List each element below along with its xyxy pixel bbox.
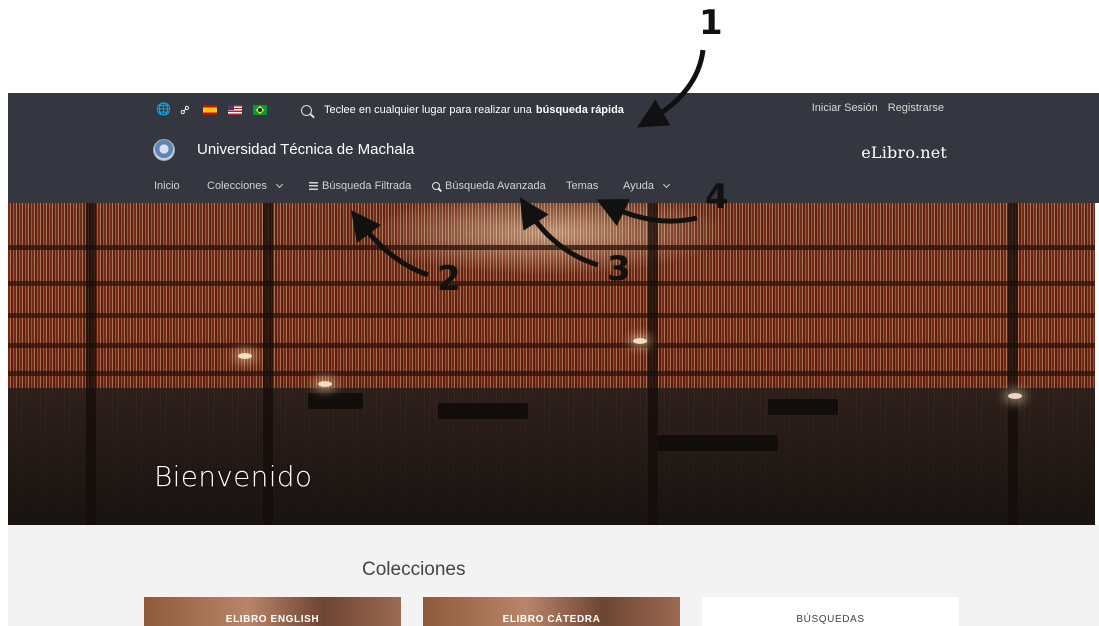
register-link[interactable]: Registrarse: [888, 102, 944, 114]
login-link[interactable]: Iniciar Sesión: [812, 102, 878, 114]
chevron-down-icon: [662, 180, 671, 189]
annotation-number-4: 4: [705, 177, 729, 217]
nav-temas-label: Temas: [566, 180, 599, 192]
welcome-heading: Bienvenido: [154, 460, 313, 493]
link-icon[interactable]: ⚯: [177, 100, 195, 119]
hero-lamp: [1008, 393, 1022, 399]
search-icon: [301, 104, 312, 116]
collection-card-label: BÚSQUEDAS: [796, 614, 865, 625]
flag-es-icon[interactable]: [203, 105, 217, 115]
flag-br-icon[interactable]: [253, 105, 267, 115]
flag-us-icon[interactable]: [228, 105, 242, 115]
collection-card-busquedas[interactable]: BÚSQUEDAS: [702, 597, 959, 626]
collections-title: Colecciones: [362, 559, 466, 580]
collection-card-label: ELIBRO CÁTEDRA: [502, 614, 601, 625]
site-header: 🌐 ⚯ Teclee en cualquier lugar para reali…: [8, 93, 1099, 203]
collection-card-elibro-english[interactable]: ELIBRO ENGLISH: [144, 597, 401, 626]
hero-floor: [8, 388, 1095, 525]
university-logo[interactable]: [153, 139, 175, 161]
quick-search-text: Teclee en cualquier lugar para realizar …: [324, 104, 532, 116]
hero-lamp: [238, 353, 252, 359]
annotation-number-1: 1: [699, 3, 723, 43]
top-bar: 🌐 ⚯ Teclee en cualquier lugar para reali…: [8, 93, 1099, 125]
nav-colecciones-label: Colecciones: [207, 180, 267, 192]
annotation-number-3: 3: [607, 249, 631, 289]
hero-pillar: [86, 203, 96, 525]
shelf-band: [8, 245, 1095, 250]
nav-busqueda-avanzada-label: Búsqueda Avanzada: [445, 180, 546, 192]
nav-temas[interactable]: Temas: [566, 180, 598, 192]
hero-pillar: [648, 203, 658, 525]
collection-card-label: ELIBRO ENGLISH: [225, 614, 320, 625]
nav-ayuda[interactable]: Ayuda: [623, 180, 671, 192]
shelf-band: [8, 313, 1095, 318]
collection-card-elibro-catedra[interactable]: ELIBRO CÁTEDRA: [423, 597, 680, 626]
shelf-band: [8, 343, 1095, 348]
nav-busqueda-avanzada[interactable]: Búsqueda Avanzada: [432, 180, 546, 192]
nav-inicio[interactable]: Inicio: [154, 180, 180, 192]
hero-desk: [658, 435, 778, 451]
nav-colecciones[interactable]: Colecciones: [207, 180, 283, 192]
quick-search-emphasis: búsqueda rápida: [535, 104, 624, 116]
shelf-band: [8, 371, 1095, 376]
search-icon: [432, 182, 440, 190]
chevron-down-icon: [275, 180, 283, 189]
auth-links: Iniciar Sesión Registrarse: [812, 102, 944, 114]
shelf-band: [8, 281, 1095, 286]
brand-bar: Universidad Técnica de Machala eLibro.ne…: [8, 131, 1099, 167]
hero-desk: [308, 393, 363, 409]
hero-lamp: [318, 381, 332, 387]
hero-lamp: [633, 338, 647, 344]
hero-banner: Bienvenido: [8, 203, 1095, 525]
annotation-number-2: 2: [437, 259, 461, 299]
nav-inicio-label: Inicio: [154, 180, 180, 192]
nav-ayuda-label: Ayuda: [623, 180, 654, 192]
filter-icon: [309, 182, 318, 190]
main-nav: Inicio Colecciones Búsqueda Filtrada Bús…: [8, 177, 1099, 197]
hero-desk: [768, 399, 838, 415]
hero-desk: [438, 403, 528, 419]
university-name[interactable]: Universidad Técnica de Machala: [197, 141, 414, 158]
nav-busqueda-filtrada[interactable]: Búsqueda Filtrada: [309, 180, 411, 192]
elibro-logo[interactable]: eLibro.net: [861, 143, 947, 162]
globe-icon[interactable]: 🌐: [156, 103, 171, 116]
quick-search-hint[interactable]: Teclee en cualquier lugar para realizar …: [301, 101, 624, 119]
hero-pillar: [1008, 203, 1018, 525]
nav-busqueda-filtrada-label: Búsqueda Filtrada: [322, 180, 412, 192]
